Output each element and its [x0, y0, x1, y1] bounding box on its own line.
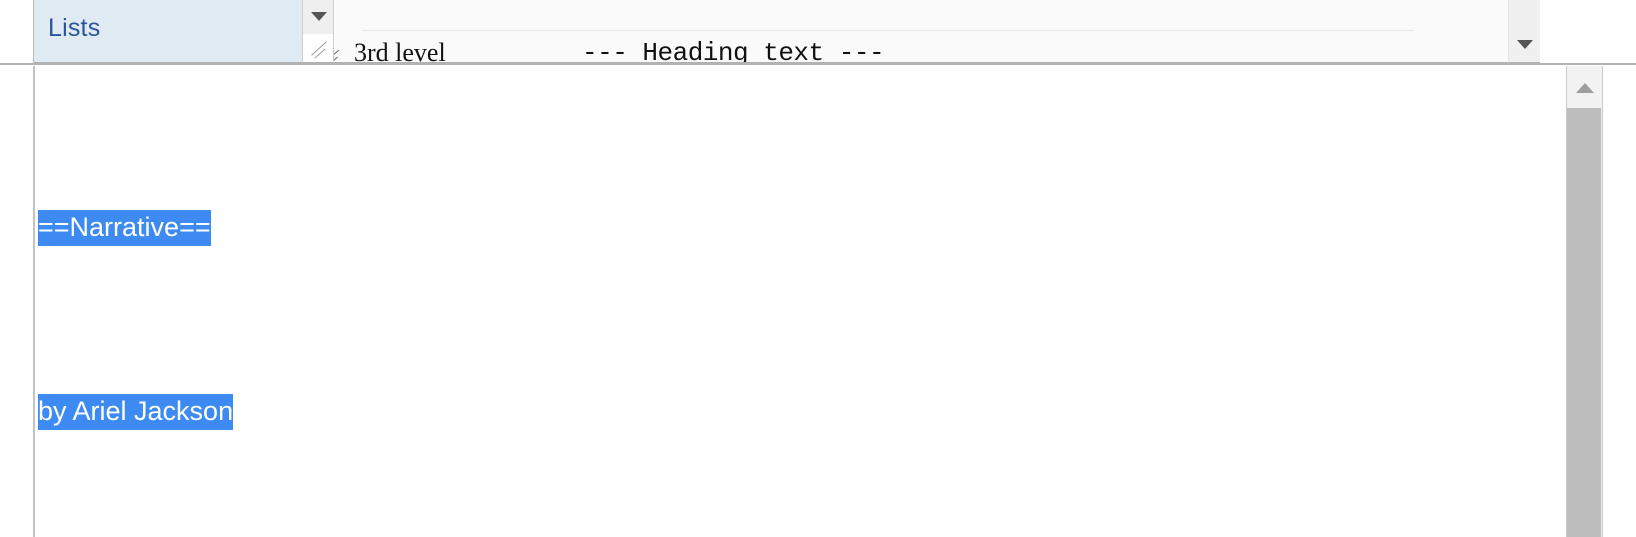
editor-area[interactable]: ==Narrative== by Ariel Jackson April 30,…	[0, 66, 1636, 537]
gallery-dropdown-panel: g 3rd level --- Heading text ---	[334, 0, 1508, 63]
ribbon-right-filler	[1541, 0, 1636, 63]
gallery-item-label: 3rd level	[354, 40, 446, 63]
editor-line-text: ==Narrative==	[38, 210, 211, 246]
chevron-down-icon	[311, 12, 327, 21]
gallery-more-button[interactable]	[303, 0, 334, 34]
editor-scrollbar-thumb[interactable]	[1567, 108, 1601, 537]
gallery-resize-handle[interactable]	[303, 34, 334, 63]
editor-line[interactable]: by Ariel Jackson	[38, 388, 1508, 434]
heading-level-icon	[334, 46, 348, 62]
gallery-scrollbar[interactable]	[1508, 0, 1540, 63]
editor-right-filler	[1602, 66, 1636, 537]
ribbon-strip: Lists g 3rd level --- Heading text ---	[0, 0, 1636, 66]
editor-text-content[interactable]: ==Narrative== by Ariel Jackson April 30,…	[38, 66, 1508, 537]
ribbon-tab-lists[interactable]: Lists	[33, 0, 303, 63]
editor-line-text: by Ariel Jackson	[38, 394, 234, 430]
ribbon-bottom-divider	[0, 63, 1636, 65]
editor-line[interactable]: ==Narrative==	[38, 204, 1508, 250]
application-window: Lists g 3rd level --- Heading text ---	[0, 0, 1636, 537]
triangle-up-icon[interactable]	[1576, 83, 1594, 93]
ribbon-tab-lists-label: Lists	[48, 14, 101, 42]
gallery-divider	[362, 30, 1414, 31]
gallery-item-3rd-level[interactable]: 3rd level --- Heading text ---	[334, 40, 1508, 63]
chevron-down-icon[interactable]	[1517, 40, 1533, 49]
gallery-item-sample: --- Heading text ---	[582, 40, 885, 63]
editor-left-border	[33, 66, 35, 537]
